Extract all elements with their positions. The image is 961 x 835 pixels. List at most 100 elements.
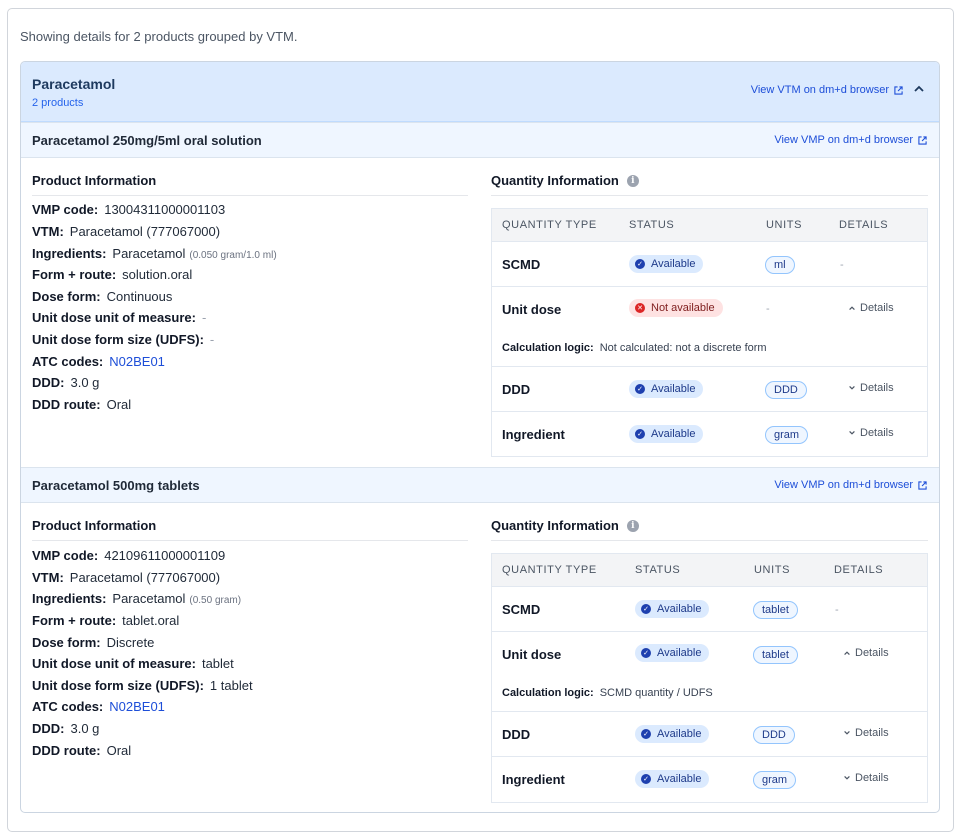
header-status: STATUS	[629, 219, 675, 231]
quantity-table: QUANTITY TYPE STATUS UNITS DETAILS SCMD …	[491, 553, 928, 803]
quantity-type: DDD	[502, 382, 531, 397]
table-row: SCMD ✓ Available ml -	[492, 242, 927, 287]
details-toggle[interactable]: Details	[848, 427, 894, 439]
info-icon[interactable]: i	[626, 519, 639, 532]
vtm-label: VTM:	[32, 570, 64, 585]
unit-dose-uom-row: Unit dose unit of measure: tablet	[32, 656, 234, 671]
status-label: Available	[651, 383, 696, 395]
quantity-information-label: Quantity Information	[491, 173, 619, 188]
external-link-icon	[894, 85, 903, 95]
header-details: DETAILS	[834, 564, 884, 576]
quantity-table-header: QUANTITY TYPE STATUS UNITS DETAILS	[492, 209, 927, 242]
atc-code-link[interactable]: N02BE01	[109, 699, 165, 714]
atc-codes-row: ATC codes: N02BE01	[32, 354, 165, 369]
product-information-title: Product Information	[32, 173, 157, 188]
chevron-up-icon	[849, 306, 855, 311]
status-badge: ✓ Available	[635, 770, 710, 788]
quantity-information-title: Quantity Information i	[491, 173, 639, 188]
x-circle-icon: ✕	[635, 303, 645, 313]
atc-code-link[interactable]: N02BE01	[109, 354, 165, 369]
header-units: UNITS	[754, 564, 790, 576]
atc-codes-row: ATC codes: N02BE01	[32, 699, 165, 714]
calculation-logic-label: Calculation logic:	[502, 687, 594, 699]
form-route-value: solution.oral	[122, 267, 193, 282]
status-label: Not available	[651, 302, 715, 314]
vtm-product-count: 2 products	[32, 97, 84, 109]
status-badge: ✓ Available	[629, 425, 704, 443]
vtm-title: Paracetamol	[32, 76, 116, 92]
status-badge: ✓ Available	[629, 255, 704, 273]
ingredients-strength: (0.50 gram)	[189, 595, 242, 606]
quantity-information-label: Quantity Information	[491, 518, 619, 533]
calculation-logic: Calculation logic: Not calculated: not a …	[502, 342, 767, 354]
info-icon[interactable]: i	[626, 174, 639, 187]
vtm-label: VTM:	[32, 224, 64, 239]
quantity-type: SCMD	[502, 602, 541, 617]
results-panel: Showing details for 2 products grouped b…	[7, 8, 954, 832]
vmp-code-value: 13004311000001103	[104, 202, 226, 217]
dose-form-label: Dose form:	[32, 289, 101, 304]
ddd-value: 3.0 g	[70, 375, 100, 390]
details-toggle[interactable]: Details	[843, 772, 889, 784]
check-icon: ✓	[635, 429, 645, 439]
status-label: Available	[657, 647, 702, 659]
check-icon: ✓	[641, 774, 651, 784]
ingredients-strength: (0.050 gram/1.0 ml)	[189, 250, 277, 261]
chevron-up-icon[interactable]	[913, 83, 925, 95]
ddd-route-label: DDD route:	[32, 743, 101, 758]
view-vmp-link-label: View VMP on dm+d browser	[774, 134, 913, 146]
status-badge: ✓ Available	[635, 725, 710, 743]
vmp-title: Paracetamol 500mg tablets	[32, 478, 200, 493]
udfs-label: Unit dose form size (UDFS):	[32, 332, 204, 347]
details-label: Details	[855, 727, 889, 739]
quantity-type: Unit dose	[502, 647, 562, 662]
header-units: UNITS	[766, 219, 802, 231]
view-vmp-link[interactable]: View VMP on dm+d browser	[774, 479, 927, 491]
external-link-icon	[918, 480, 927, 490]
view-vmp-link[interactable]: View VMP on dm+d browser	[774, 134, 927, 146]
vtm-header[interactable]: Paracetamol 2 products View VTM on dm+d …	[21, 62, 939, 122]
unit-dose-uom-row: Unit dose unit of measure: -	[32, 310, 206, 325]
details-toggle[interactable]: Details	[843, 647, 889, 659]
dose-form-row: Dose form: Continuous	[32, 289, 172, 304]
header-quantity-type: QUANTITY TYPE	[502, 564, 597, 576]
vtm-row: VTM: Paracetamol (777067000)	[32, 224, 220, 239]
details-label: Details	[860, 382, 894, 394]
check-icon: ✓	[635, 384, 645, 394]
calculation-logic-value: Not calculated: not a discrete form	[599, 342, 767, 354]
quantity-type: Ingredient	[502, 427, 565, 442]
details-label: Details	[860, 302, 894, 314]
check-icon: ✓	[641, 604, 651, 614]
dose-form-label: Dose form:	[32, 635, 101, 650]
view-vtm-link[interactable]: View VTM on dm+d browser	[751, 84, 903, 96]
external-link-icon	[918, 135, 927, 145]
form-route-label: Form + route:	[32, 267, 117, 282]
udfs-value: -	[209, 332, 215, 347]
ingredients-row: Ingredients: Paracetamol (0.050 gram/1.0 m…	[32, 246, 277, 261]
details-toggle[interactable]: Details	[848, 382, 894, 394]
check-icon: ✓	[641, 648, 651, 658]
table-row: Ingredient ✓ Available gram Details	[492, 757, 927, 802]
details-toggle[interactable]: Details	[848, 302, 894, 314]
unit-badge: DDD	[765, 381, 807, 399]
calculation-logic-label: Calculation logic:	[502, 342, 594, 354]
details-empty: -	[840, 259, 844, 271]
table-row: DDD ✓ Available DDD Details	[492, 712, 927, 757]
divider	[491, 195, 928, 196]
udfs-value: 1 tablet	[209, 678, 253, 693]
chevron-down-icon	[849, 385, 855, 390]
dose-form-row: Dose form: Discrete	[32, 635, 154, 650]
quantity-type: DDD	[502, 727, 531, 742]
product-information-title: Product Information	[32, 518, 157, 533]
form-route-value: tablet.oral	[122, 613, 180, 628]
udfs-row: Unit dose form size (UDFS): 1 tablet	[32, 678, 253, 693]
divider	[32, 540, 468, 541]
ingredients-label: Ingredients:	[32, 246, 107, 261]
ddd-value: 3.0 g	[70, 721, 100, 736]
details-toggle[interactable]: Details	[843, 727, 889, 739]
view-vtm-link-label: View VTM on dm+d browser	[750, 84, 889, 96]
divider	[32, 195, 468, 196]
header-status: STATUS	[635, 564, 681, 576]
header-details: DETAILS	[839, 219, 889, 231]
ingredients-value: Paracetamol	[112, 591, 186, 606]
